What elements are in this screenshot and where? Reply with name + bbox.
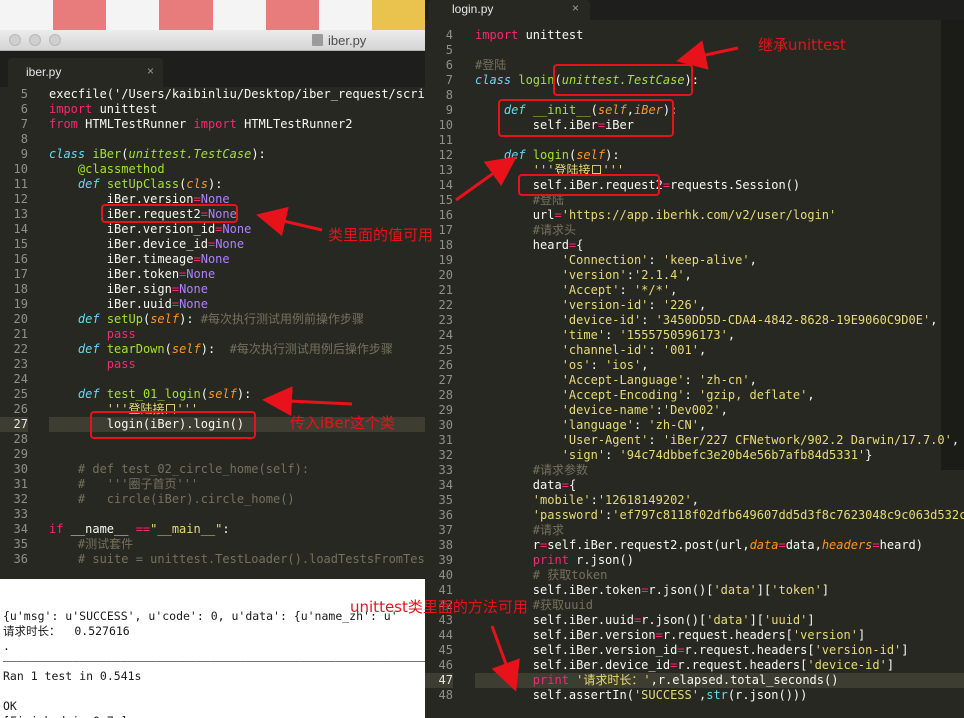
arrow-to-login-call	[262, 386, 353, 417]
arrow-to-testcase-parent	[676, 40, 739, 70]
note-pass-iber-class: 传入iBer这个类	[290, 414, 395, 432]
arrow-to-print-elapsed	[490, 625, 520, 692]
note-unittest-methods-available: unittest类里面的方法可用	[350, 598, 528, 616]
note-inherit-unittest: 继承unittest	[758, 36, 846, 54]
arrow-to-request2-session	[455, 156, 517, 202]
note-class-values-available: 类里面的值可用	[328, 226, 434, 244]
arrow-to-request2-none	[256, 206, 323, 237]
